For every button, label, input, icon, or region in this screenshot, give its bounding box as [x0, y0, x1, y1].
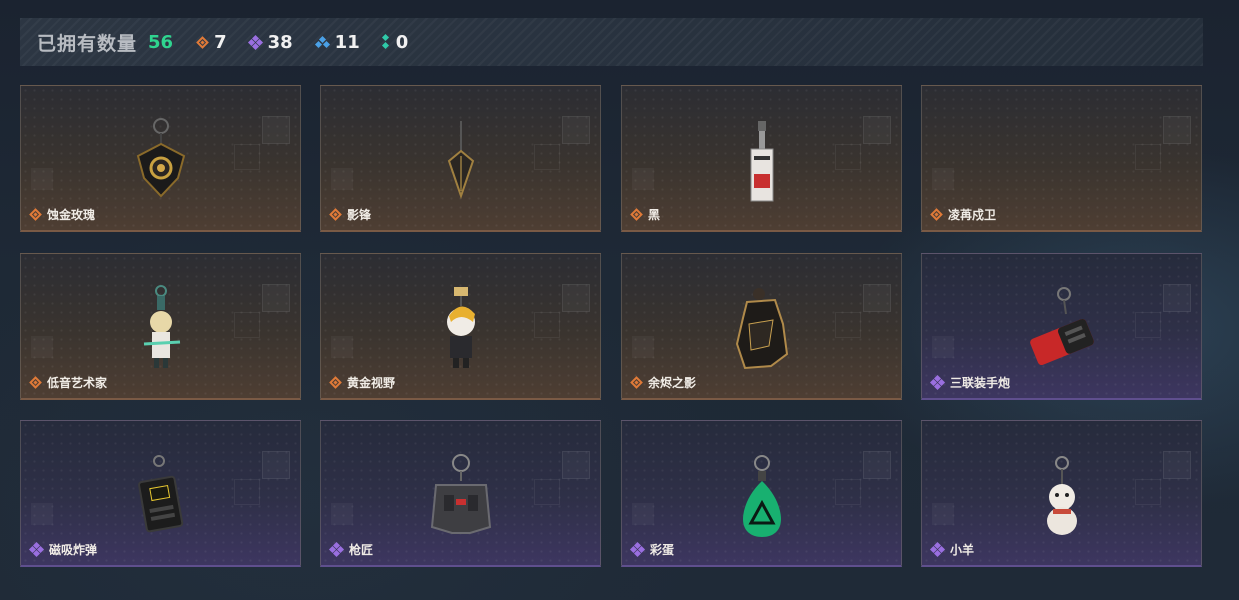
item-label: 枪匠 — [328, 541, 374, 558]
stat-orange: 7 — [197, 32, 227, 53]
item-label: 黑 — [631, 206, 660, 223]
owned-count-title: 已拥有数量 — [37, 32, 138, 55]
owned-count-total: 56 — [148, 31, 174, 53]
item-card[interactable]: 黄金视野 — [320, 253, 601, 400]
item-card[interactable]: 低音艺术家 — [20, 253, 301, 400]
purple-cluster-icon — [929, 541, 946, 558]
orange-diamond-icon — [197, 37, 208, 48]
golden-vision-figure-charm-icon — [446, 287, 475, 368]
item-label: 凌苒戍卫 — [931, 206, 996, 223]
orange-diamond-icon — [330, 209, 341, 220]
stat-orange-value: 7 — [214, 31, 227, 53]
item-label: 黄金视野 — [330, 374, 395, 391]
stat-blue-value: 11 — [334, 31, 360, 53]
stat-purple: 38 — [247, 31, 293, 53]
item-card[interactable]: 小羊 — [921, 420, 1202, 567]
item-label: 三联装手炮 — [929, 374, 1011, 391]
item-name: 彩蛋 — [650, 543, 675, 557]
item-name: 蚀金玫瑰 — [47, 208, 96, 222]
item-name: 黄金视野 — [347, 376, 396, 390]
gunsmith-vest-charm-icon — [430, 454, 491, 534]
item-card[interactable]: 凌苒戍卫 — [921, 85, 1202, 232]
item-label: 小羊 — [929, 541, 975, 558]
item-label: 余烬之影 — [631, 374, 696, 391]
item-card[interactable]: 影锋 — [320, 85, 601, 232]
item-name: 枪匠 — [349, 543, 374, 557]
stat-green-value: 0 — [395, 31, 409, 53]
item-label: 低音艺术家 — [30, 374, 107, 391]
item-card[interactable]: 彩蛋 — [621, 420, 902, 567]
orange-diamond-icon — [631, 209, 642, 220]
bassist-figure-charm-icon — [143, 285, 180, 368]
magnetic-bomb-charm-icon — [137, 455, 183, 533]
item-name: 低音艺术家 — [47, 376, 108, 390]
item-name: 凌苒戍卫 — [948, 208, 997, 222]
orange-diamond-icon — [631, 377, 642, 388]
orange-diamond-icon — [30, 209, 41, 220]
blade-charm-icon — [447, 121, 474, 200]
item-name: 磁吸炸弹 — [49, 543, 98, 557]
purple-cluster-icon — [28, 541, 45, 558]
stat-blue: 11 — [314, 31, 360, 53]
item-card[interactable]: 黑 — [621, 85, 902, 232]
stat-green: 0 — [381, 31, 409, 53]
orange-diamond-icon — [30, 377, 41, 388]
lamb-charm-icon — [1046, 456, 1077, 535]
item-name: 影锋 — [347, 208, 372, 222]
owned-count-bar: 已拥有数量 56 7 38 11 0 — [20, 18, 1203, 66]
item-card[interactable]: 蚀金玫瑰 — [20, 85, 301, 232]
purple-cluster-icon — [247, 34, 263, 50]
tag-charm-icon — [750, 121, 773, 202]
green-dots-icon — [381, 33, 390, 50]
purple-cluster-icon — [929, 374, 946, 391]
item-card[interactable]: 枪匠 — [320, 420, 601, 567]
stat-purple-value: 38 — [267, 31, 293, 53]
item-card[interactable]: 磁吸炸弹 — [20, 420, 301, 567]
purple-cluster-icon — [629, 541, 646, 558]
item-name: 余烬之影 — [648, 376, 697, 390]
rose-charm-icon — [136, 118, 185, 198]
orange-diamond-icon — [330, 377, 341, 388]
hand-cannon-charm-icon — [1029, 287, 1094, 366]
item-label: 磁吸炸弹 — [28, 541, 98, 558]
item-card[interactable]: 余烬之影 — [621, 253, 902, 400]
easter-egg-charm-icon — [742, 455, 781, 537]
item-name: 小羊 — [950, 543, 975, 557]
orange-diamond-icon — [931, 209, 942, 220]
ember-shadow-figure-charm-icon — [735, 288, 788, 370]
purple-cluster-icon — [328, 541, 345, 558]
item-card[interactable]: 三联装手炮 — [921, 253, 1202, 400]
item-label: 彩蛋 — [629, 541, 675, 558]
item-name: 黑 — [648, 208, 661, 222]
item-name: 三联装手炮 — [950, 376, 1011, 390]
item-label: 蚀金玫瑰 — [30, 206, 95, 223]
blue-cluster-icon — [314, 35, 330, 49]
item-label: 影锋 — [330, 206, 371, 223]
